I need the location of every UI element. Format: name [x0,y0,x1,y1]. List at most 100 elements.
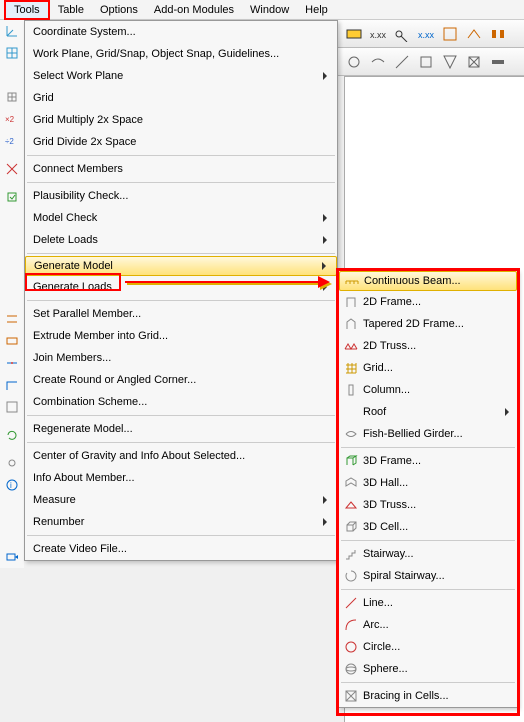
submenu-3d-frame[interactable]: 3D Frame... [339,450,517,472]
submenu-3d-cell[interactable]: 3D Cell... [339,516,517,538]
menu-combination-scheme[interactable]: Combination Scheme... [25,391,337,413]
chevron-right-icon [323,72,327,80]
menu-extrude[interactable]: Extrude Member into Grid... [25,325,337,347]
submenu-line[interactable]: Line... [339,592,517,614]
toolbar-icon[interactable] [464,52,484,72]
menu-help[interactable]: Help [297,2,336,18]
svg-text:x.xx: x.xx [418,30,434,40]
menu-create-corner[interactable]: Create Round or Angled Corner... [25,369,337,391]
menu-grid-multiply[interactable]: Grid Multiply 2x Space [25,109,337,131]
toolbar-row-2 [338,48,524,76]
submenu-stairway[interactable]: Stairway... [339,543,517,565]
menu-grid[interactable]: Grid [25,87,337,109]
submenu-2d-frame[interactable]: 2D Frame... [339,291,517,313]
submenu-3d-truss[interactable]: 3D Truss... [339,494,517,516]
hall3d-icon [339,476,363,490]
separator [27,535,335,536]
submenu-fish-bellied[interactable]: Fish-Bellied Girder... [339,423,517,445]
annotation-arrow-shadow [127,283,322,285]
toolbar-icon[interactable] [440,52,460,72]
spiral-icon [339,569,363,583]
menu-cog-info[interactable]: Center of Gravity and Info About Selecte… [25,445,337,467]
menu-table[interactable]: Table [50,2,92,18]
submenu-circle[interactable]: Circle... [339,636,517,658]
menu-connect-members[interactable]: Connect Members [25,158,337,180]
delete-loads-icon [0,230,24,252]
regenerate-icon [0,424,24,446]
menu-plausibility-check[interactable]: Plausibility Check... [25,185,337,207]
submenu-spiral-stairway[interactable]: Spiral Stairway... [339,565,517,587]
menu-window[interactable]: Window [242,2,297,18]
column-icon [339,383,363,397]
join-icon [0,352,24,374]
submenu-bracing[interactable]: Bracing in Cells... [339,685,517,707]
menu-set-parallel[interactable]: Set Parallel Member... [25,303,337,325]
grid3d-icon [339,361,363,375]
toolbar-icon[interactable] [464,24,484,44]
menu-select-work-plane[interactable]: Select Work Plane [25,65,337,87]
plausibility-icon [0,186,24,208]
arc-icon [339,618,363,632]
menu-measure[interactable]: Measure [25,489,337,511]
grid-down-icon: ÷2 [0,130,24,152]
toolbar-icon[interactable]: x.xx [416,24,436,44]
menu-work-plane[interactable]: Work Plane, Grid/Snap, Object Snap, Guid… [25,43,337,65]
toolbar-icon[interactable]: x.xx [368,24,388,44]
truss2d-icon [339,339,363,353]
tools-dropdown: Coordinate System... Work Plane, Grid/Sn… [24,20,338,561]
menu-options[interactable]: Options [92,2,146,18]
submenu-column[interactable]: Column... [339,379,517,401]
toolbar-icon[interactable] [392,24,412,44]
frame3d-icon [339,454,363,468]
submenu-roof[interactable]: Roof [339,401,517,423]
menu-tools[interactable]: Tools [4,0,50,20]
extrude-icon [0,330,24,352]
chevron-right-icon [323,236,327,244]
menu-generate-loads[interactable]: Generate Loads [25,276,337,298]
cog-icon [0,452,24,474]
menu-generate-model[interactable]: Generate Model [25,256,337,276]
menu-delete-loads[interactable]: Delete Loads [25,229,337,251]
submenu-3d-hall[interactable]: 3D Hall... [339,472,517,494]
fish-icon [339,427,363,441]
menu-grid-divide[interactable]: Grid Divide 2x Space [25,131,337,153]
cell3d-icon [339,520,363,534]
submenu-grid[interactable]: Grid... [339,357,517,379]
toolbar-icon[interactable] [488,24,508,44]
submenu-sphere[interactable]: Sphere... [339,658,517,680]
toolbar-icon[interactable] [368,52,388,72]
menu-addon-modules[interactable]: Add-on Modules [146,2,242,18]
line-icon [339,596,363,610]
svg-text:÷2: ÷2 [5,137,14,146]
toolbar-icon[interactable] [440,24,460,44]
separator [341,589,515,590]
grid-up-icon: ×2 [0,108,24,130]
separator [27,253,335,254]
submenu-2d-truss[interactable]: 2D Truss... [339,335,517,357]
submenu-continuous-beam[interactable]: Continuous Beam... [339,271,517,291]
submenu-tapered-2d-frame[interactable]: Tapered 2D Frame... [339,313,517,335]
menu-regenerate-model[interactable]: Regenerate Model... [25,418,337,440]
menu-renumber[interactable]: Renumber [25,511,337,533]
chevron-right-icon [505,408,509,416]
toolbar-icon[interactable] [392,52,412,72]
toolbar-icon[interactable] [488,52,508,72]
menu-join-members[interactable]: Join Members... [25,347,337,369]
menu-create-video[interactable]: Create Video File... [25,538,337,560]
menu-model-check[interactable]: Model Check [25,207,337,229]
menu-coordinate-system[interactable]: Coordinate System... [25,21,337,43]
combination-icon [0,396,24,418]
toolbar-icon[interactable] [416,52,436,72]
corner-icon [0,374,24,396]
toolbar-icon[interactable] [344,24,364,44]
separator [341,540,515,541]
beam-icon [340,274,364,288]
parallel-icon [0,308,24,330]
tapered-icon [339,317,363,331]
annotation-arrow [125,281,320,283]
toolbar-row-1: x.xx x.xx [338,20,524,48]
submenu-arc[interactable]: Arc... [339,614,517,636]
toolbar-icon[interactable] [344,52,364,72]
menu-info-member[interactable]: Info About Member... [25,467,337,489]
renumber-icon [0,518,24,540]
